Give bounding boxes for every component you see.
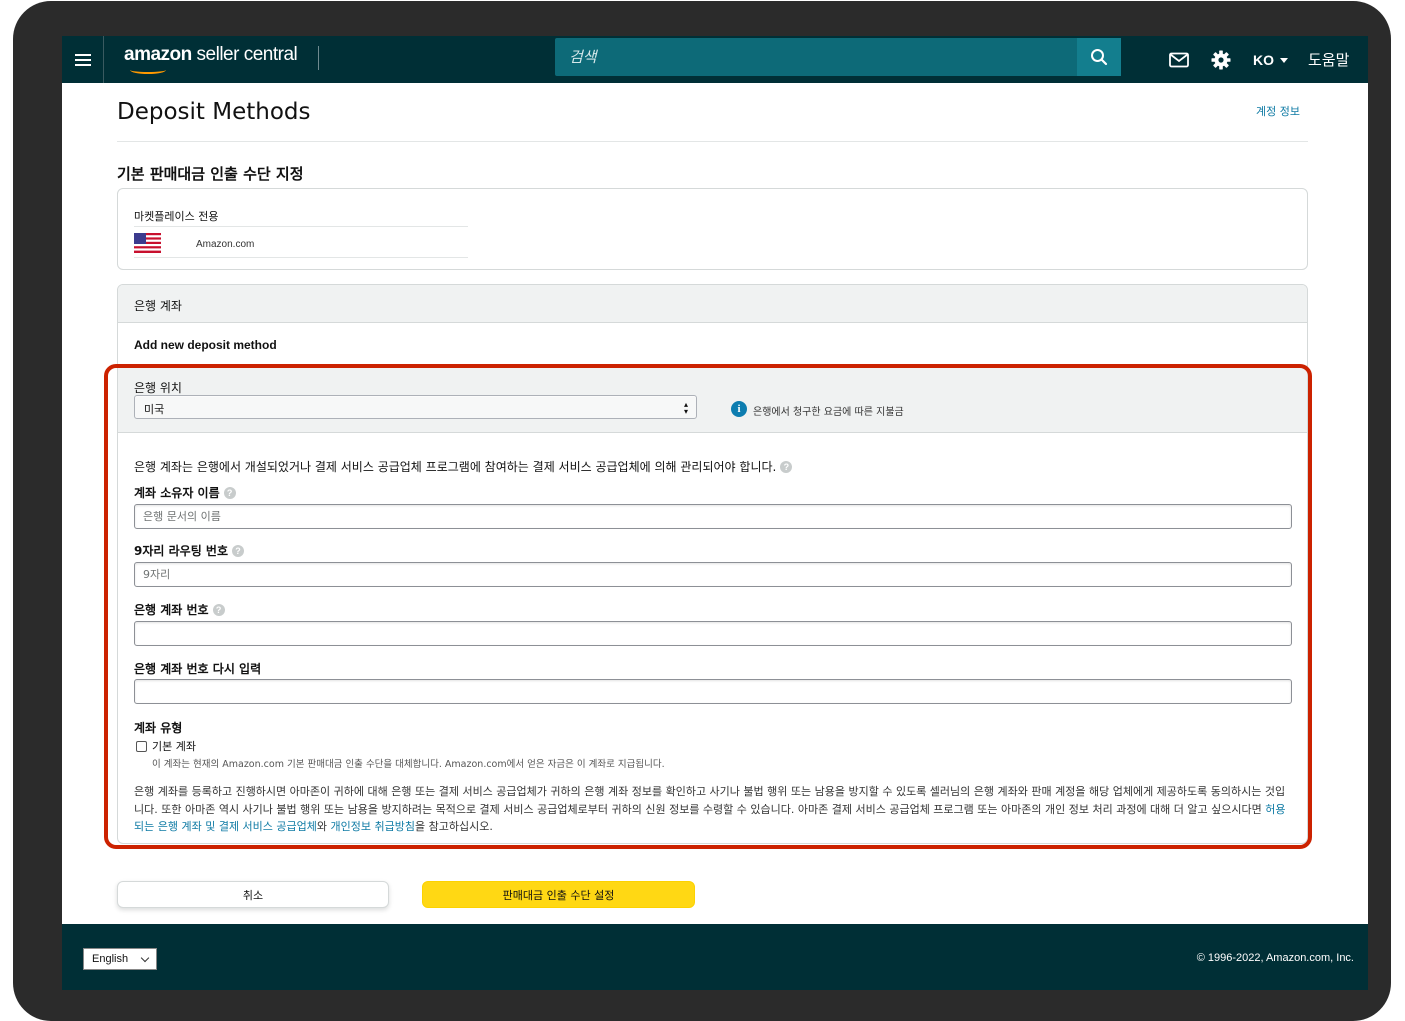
bank-account-header: 은행 계좌	[118, 285, 1307, 323]
screen: amazon seller central 검색 KO 도움말 Deposit …	[62, 36, 1368, 990]
logo-amazon-text: amazon	[124, 44, 192, 65]
device-frame: amazon seller central 검색 KO 도움말 Deposit …	[13, 1, 1391, 1021]
select-arrows-icon: ▴ ▾	[683, 400, 688, 416]
account-type-label: 계좌 유형	[134, 721, 183, 735]
help-link[interactable]: 도움말	[1308, 49, 1349, 70]
chevron-down-icon	[140, 953, 150, 963]
bank-location-value: 미국	[144, 403, 165, 416]
nav-right: KO 도움말	[1169, 36, 1349, 83]
bank-location-label: 은행 위치	[134, 381, 182, 395]
mail-icon[interactable]	[1169, 50, 1189, 70]
default-account-checkbox[interactable]	[136, 740, 147, 752]
account-number-label: 은행 계좌 번호?	[134, 601, 225, 618]
legal-text-part: 은행 계좌를 등록하고 진행하시면 아마존이 귀하에 대해 은행 또는 결제 서…	[134, 785, 1286, 816]
privacy-policy-link[interactable]: 개인정보 취급방침	[331, 820, 415, 833]
seller-central-logo[interactable]: amazon seller central	[124, 44, 298, 74]
default-account-label[interactable]: 기본 계좌	[152, 738, 196, 754]
default-account-description: 이 계좌는 현재의 Amazon.com 기본 판매대금 인출 수단을 대체합니…	[152, 759, 665, 770]
language-selector[interactable]: KO	[1253, 52, 1288, 68]
info-icon: i	[731, 401, 747, 417]
search-input[interactable]	[555, 38, 1077, 76]
logo-seller-central-text: seller central	[191, 44, 298, 65]
divider	[134, 257, 468, 258]
search-icon	[1091, 49, 1108, 66]
us-flag-icon	[134, 233, 161, 253]
routing-number-input[interactable]	[134, 562, 1292, 587]
language-label: KO	[1253, 51, 1274, 68]
bank-account-box: 은행 계좌 Add new deposit method 은행 위치 미국 ▴ ▾…	[117, 284, 1308, 844]
footer: English © 1996-2022, Amazon.com, Inc.	[62, 924, 1368, 990]
account-number-label-text: 은행 계좌 번호	[134, 603, 209, 617]
legal-text: 은행 계좌를 등록하고 진행하시면 아마존이 귀하에 대해 은행 또는 결제 서…	[134, 783, 1294, 836]
copyright: © 1996-2022, Amazon.com, Inc.	[1196, 952, 1354, 964]
help-question-icon[interactable]: ?	[232, 545, 244, 557]
account-number-confirm-label: 은행 계좌 번호 다시 입력	[134, 662, 262, 676]
bank-notice: 은행 계좌는 은행에서 개설되었거나 결제 서비스 공급업체 프로그램에 참여하…	[134, 458, 793, 475]
bank-account-header-label: 은행 계좌	[134, 299, 182, 313]
set-deposit-method-button[interactable]: 판매대금 인출 수단 설정	[422, 881, 695, 908]
routing-number-label-text: 9자리 라우팅 번호	[134, 544, 228, 558]
section-title: 기본 판매대금 인출 수단 지정	[117, 165, 304, 183]
holder-name-label: 계좌 소유자 이름?	[134, 484, 236, 501]
default-account-row: 기본 계좌	[136, 738, 196, 754]
caret-down-icon	[1280, 58, 1288, 64]
page-title: Deposit Methods	[117, 99, 311, 125]
add-new-deposit-method: Add new deposit method	[134, 338, 277, 352]
amazon-smile-icon	[130, 66, 166, 74]
legal-text-part: 와	[316, 820, 331, 833]
search-bar	[555, 38, 1121, 76]
help-question-icon[interactable]: ?	[780, 461, 793, 473]
footer-language-value: English	[92, 953, 129, 965]
help-question-icon[interactable]: ?	[212, 604, 225, 616]
logo-divider	[318, 46, 319, 70]
help-question-icon[interactable]: ?	[223, 487, 236, 499]
marketplace-box: 마켓플레이스 전용 Amazon.com	[117, 188, 1308, 270]
bank-location-panel: 은행 위치 미국 ▴ ▾ i 은행에서 청구한 요금에 따른 지불금	[118, 365, 1307, 433]
gear-icon[interactable]	[1211, 50, 1231, 70]
account-info-link[interactable]: 계정 정보	[1256, 103, 1300, 119]
cancel-button[interactable]: 취소	[117, 881, 389, 908]
hamburger-menu-icon[interactable]	[62, 36, 104, 83]
search-button[interactable]	[1077, 38, 1121, 76]
routing-number-label: 9자리 라우팅 번호?	[134, 542, 244, 559]
divider	[134, 226, 468, 227]
marketplace-name: Amazon.com	[196, 239, 255, 250]
holder-name-input[interactable]	[134, 504, 1292, 529]
bank-fee-info: 은행에서 청구한 요금에 따른 지불금	[753, 407, 904, 418]
top-nav: amazon seller central 검색 KO 도움말	[62, 36, 1368, 83]
holder-name-label-text: 계좌 소유자 이름	[134, 486, 220, 500]
header-divider	[117, 141, 1308, 142]
legal-text-part: 을 참고하십시오.	[415, 820, 493, 833]
footer-language-select[interactable]: English	[83, 948, 157, 970]
marketplace-label: 마켓플레이스 전용	[134, 210, 219, 223]
account-number-input[interactable]	[134, 621, 1292, 646]
bank-notice-text: 은행 계좌는 은행에서 개설되었거나 결제 서비스 공급업체 프로그램에 참여하…	[134, 460, 777, 474]
bank-location-select[interactable]: 미국 ▴ ▾	[134, 395, 697, 419]
account-number-confirm-input[interactable]	[134, 679, 1292, 704]
